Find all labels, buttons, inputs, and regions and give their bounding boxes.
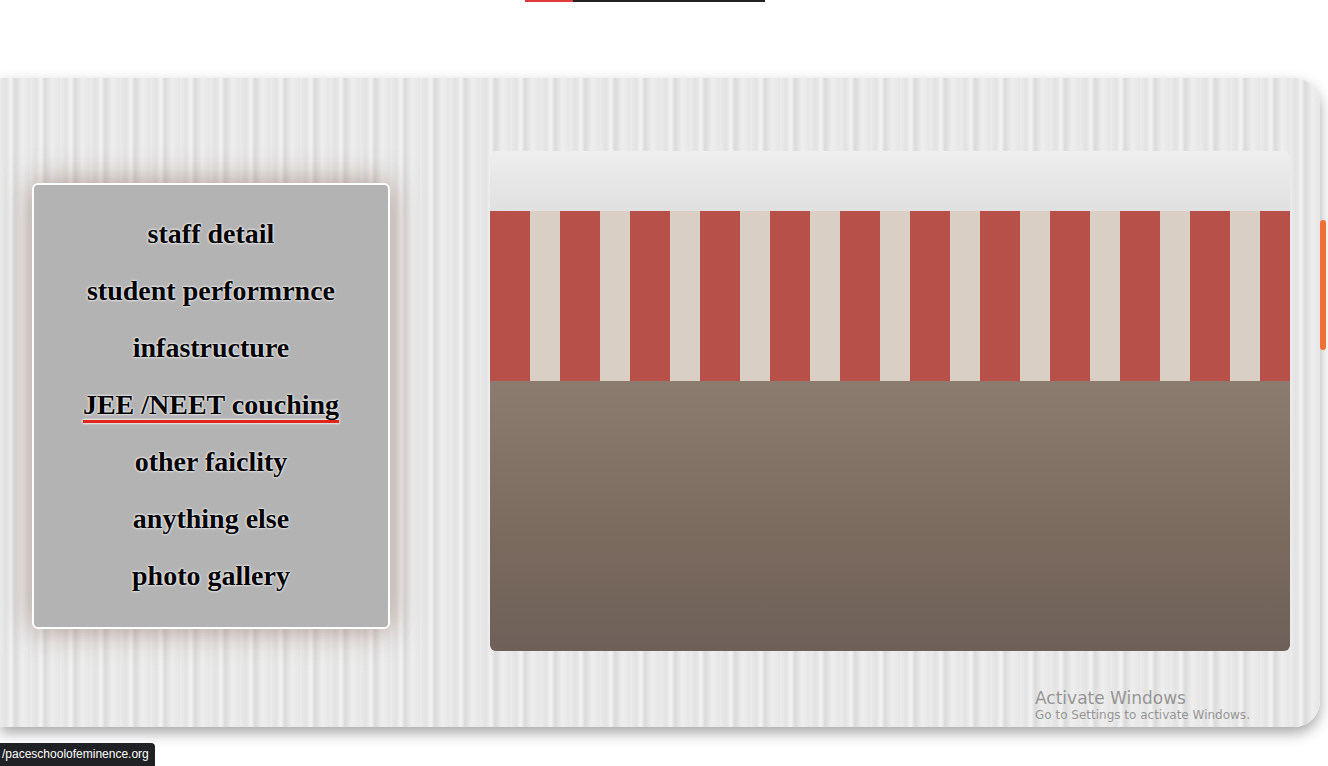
menu-item[interactable]: student performrnce [87,262,335,319]
top-strip [0,0,1328,78]
menu-item[interactable]: infastructure [133,319,290,376]
menu-item[interactable]: anything else [133,490,289,547]
watermark-title: Activate Windows [1035,688,1250,708]
menu-item[interactable]: photo gallery [132,547,290,604]
hero-panel: staff detailstudent performrnceinfastruc… [0,78,1320,727]
top-bar [525,0,765,2]
status-url: /paceschoolofeminence.org [0,743,155,766]
menu-item[interactable]: JEE /NEET couching [83,376,339,433]
school-photo [490,151,1290,651]
side-menu: staff detailstudent performrnceinfastruc… [32,183,390,629]
page: staff detailstudent performrnceinfastruc… [0,0,1328,766]
scrollbar-thumb[interactable] [1320,220,1326,350]
windows-watermark: Activate Windows Go to Settings to activ… [1035,688,1250,723]
menu-item[interactable]: staff detail [148,205,275,262]
watermark-subtitle: Go to Settings to activate Windows. [1035,708,1250,722]
menu-item[interactable]: other faiclity [135,433,288,490]
